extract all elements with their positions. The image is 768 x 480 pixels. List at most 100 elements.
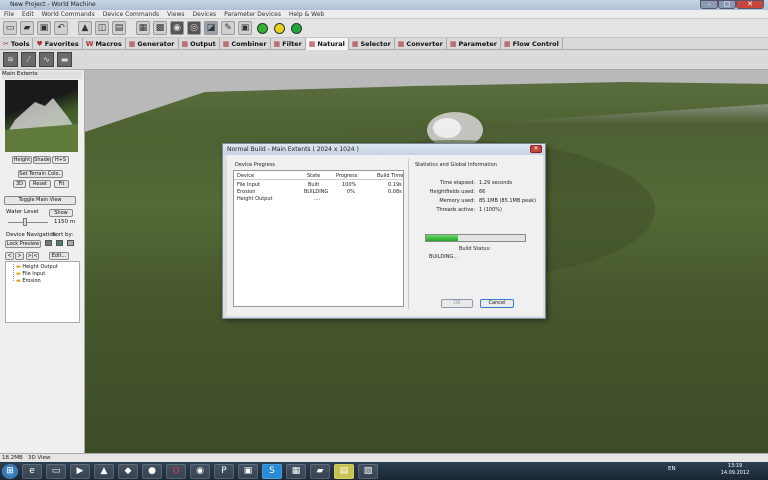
stat-value: 1 (100%) [479,207,502,213]
clock[interactable]: 13:19 14.09.2012 [720,463,750,477]
stat-value: 66 [479,189,486,195]
skype-icon[interactable]: S [262,463,282,479]
menu-device-commands[interactable]: Device Commands [99,10,163,19]
tab-flow-control[interactable]: ▦ Flow Control [501,38,563,50]
tree-item[interactable]: ▬ Erosion [16,278,41,284]
vbk-icon[interactable]: ▣ [238,463,258,479]
new-icon[interactable]: ▭ [3,21,17,35]
tab-label: Output [190,40,216,48]
height-button[interactable]: Height [12,156,32,164]
fit-button[interactable]: Fit [54,180,69,188]
tab-selector[interactable]: ▦ Selector [349,38,395,50]
lock-preview-button[interactable]: Lock Preview [5,240,41,248]
water-level-label: Water Level [6,209,39,215]
vlc-icon[interactable]: ▲ [94,463,114,479]
open-icon[interactable]: ▰ [20,21,34,35]
camera-icon[interactable]: ◪ [204,21,218,35]
tab-parameter[interactable]: ▦ Parameter [447,38,501,50]
water-level-slider[interactable] [8,222,48,223]
folder-icon[interactable]: ▭ [46,463,66,479]
tab-natural[interactable]: ▦ Natural [305,38,349,50]
tree-item[interactable]: ▬ File Input [16,271,45,277]
menu-edit[interactable]: Edit [18,10,38,19]
opera-icon[interactable]: O [166,463,186,479]
world-machine-icon[interactable]: ▦ [286,463,306,479]
explore-icon[interactable]: ◎ [187,21,201,35]
memory-status: 18.2MB [2,455,23,461]
tab-combiner[interactable]: ▦ Combiner [220,38,271,50]
minimize-button[interactable]: – [700,0,718,9]
cancel-button[interactable]: Cancel [480,299,514,308]
menu-views[interactable]: Views [163,10,188,19]
device-cell: Height Output [237,196,273,202]
sort-name-icon[interactable] [56,240,63,246]
device-icon[interactable]: ◫ [95,21,109,35]
tab-tools[interactable]: ✂ Tools [0,38,34,50]
ok-button[interactable]: OK [441,299,473,308]
tab-generator[interactable]: ▦ Generator [126,38,179,50]
toggle-main-view-button[interactable]: Toggle Main View [4,196,76,205]
tab-converter[interactable]: ▦ Converter [395,38,447,50]
media-icon[interactable]: ▶ [70,463,90,479]
app4-icon[interactable]: ▰ [310,463,330,479]
start-button[interactable]: ⊞ [2,463,18,479]
sort-type-icon[interactable] [45,240,52,246]
close-button[interactable]: ✕ [736,0,764,9]
app2-icon[interactable]: ◉ [190,463,210,479]
grid-icon[interactable]: ▩ [153,21,167,35]
shade-button[interactable]: Shade [33,156,51,164]
language-indicator[interactable]: EN [668,466,676,472]
firefox-icon[interactable]: ● [142,463,162,479]
terrain-preview[interactable] [5,80,78,152]
notes-icon[interactable]: ▤ [334,463,354,479]
generator-icon: ▦ [128,40,136,48]
yellow-light-icon[interactable] [272,21,286,35]
sort-order-icon[interactable] [67,240,74,246]
tree-item[interactable]: ▬ Height Output [16,264,58,270]
green-go-icon[interactable] [289,21,303,35]
menu-file[interactable]: File [0,10,18,19]
tab-filter[interactable]: ▦ Filter [271,38,306,50]
parameter-icon[interactable]: ▤ [112,21,126,35]
tab-label: Parameter [458,40,497,48]
build-icon[interactable]: ▲ [78,21,92,35]
tab-output[interactable]: ▦ Output [179,38,220,50]
next-device-button[interactable]: > [15,252,24,260]
tree-item-label: Height Output [22,264,58,270]
app-icon[interactable]: ◆ [118,463,138,479]
prev-device-button[interactable]: < [5,252,14,260]
stats-title: Statistics and Global Information [415,162,497,168]
menu-help[interactable]: Help & Web [285,10,328,19]
app5-icon[interactable]: ▧ [358,463,378,479]
device-tree: ▬ Height Output ▬ File Input ▬ Erosion [5,261,80,323]
set-terrain-color-button[interactable]: Set Terrain Colo.. [18,170,63,178]
tab-favorites[interactable]: ♥ Favorites [33,38,83,50]
menu-world-commands[interactable]: World Commands [38,10,99,19]
undo-icon[interactable]: ↶ [54,21,68,35]
tree-item-label: Erosion [22,278,41,284]
dialog-close-button[interactable]: ✕ [530,145,542,153]
green-light-icon[interactable] [255,21,269,35]
view-icon[interactable]: ◉ [170,21,184,35]
stop-icon[interactable]: ▣ [238,21,252,35]
settings-icon[interactable]: ✎ [221,21,235,35]
jump-device-button[interactable]: >|< [26,252,39,260]
erosion-device-icon[interactable]: ≋ [3,52,18,67]
height-shade-button[interactable]: H+S [52,156,69,164]
slider-thumb[interactable] [23,218,27,226]
maximize-button[interactable]: □ [718,0,736,9]
3d-button[interactable]: 3D [13,180,26,188]
edit-button[interactable]: Edit... [49,252,69,260]
menu-devices[interactable]: Devices [189,10,221,19]
show-button[interactable]: Show [49,209,73,217]
tab-macros[interactable]: W Macros [83,38,126,50]
layout-icon[interactable]: ▦ [136,21,150,35]
coastal-device-icon[interactable]: ∿ [39,52,54,67]
ie-icon[interactable]: e [22,463,42,479]
reset-button[interactable]: Reset [29,180,51,188]
menu-parameter-devices[interactable]: Parameter Devices [220,10,285,19]
snow-device-icon[interactable]: ▬ [57,52,72,67]
thermal-device-icon[interactable]: ⁄ [21,52,36,67]
app3-icon[interactable]: P [214,463,234,479]
save-icon[interactable]: ▣ [37,21,51,35]
